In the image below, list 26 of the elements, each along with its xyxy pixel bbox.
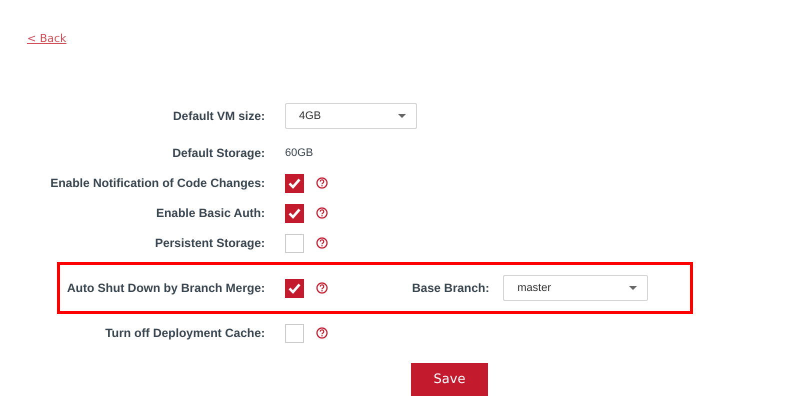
caret-icon xyxy=(629,286,638,290)
help-icon[interactable] xyxy=(316,177,328,189)
help-icon[interactable] xyxy=(316,237,328,249)
field-label: Persistent Storage: xyxy=(154,236,266,250)
field-value: 60GB xyxy=(285,147,314,159)
checkbox[interactable] xyxy=(285,174,304,192)
field-label: Enable Basic Auth: xyxy=(155,206,266,220)
check-icon xyxy=(288,282,301,294)
field-label: Base Branch: xyxy=(412,281,490,295)
dropdown[interactable]: 4GB xyxy=(285,103,417,129)
field-label: Default VM size: xyxy=(172,109,266,123)
check-icon xyxy=(288,178,301,188)
checkbox[interactable] xyxy=(285,204,304,222)
help-icon[interactable] xyxy=(316,327,328,339)
field-label: Enable Notification of Code Changes: xyxy=(49,176,266,190)
back-link[interactable]: < Back xyxy=(27,32,66,45)
field-label: Turn off Deployment Cache: xyxy=(104,326,266,340)
field-label: Auto Shut Down by Branch Merge: xyxy=(66,281,266,295)
check-icon xyxy=(288,208,301,218)
caret-icon xyxy=(398,114,406,118)
dropdown[interactable]: master xyxy=(503,275,648,301)
field-label: Default Storage: xyxy=(171,146,266,160)
checkbox[interactable] xyxy=(285,278,304,298)
save-button[interactable]: Save xyxy=(411,363,488,396)
help-icon[interactable] xyxy=(316,282,328,294)
help-icon[interactable] xyxy=(316,207,328,219)
